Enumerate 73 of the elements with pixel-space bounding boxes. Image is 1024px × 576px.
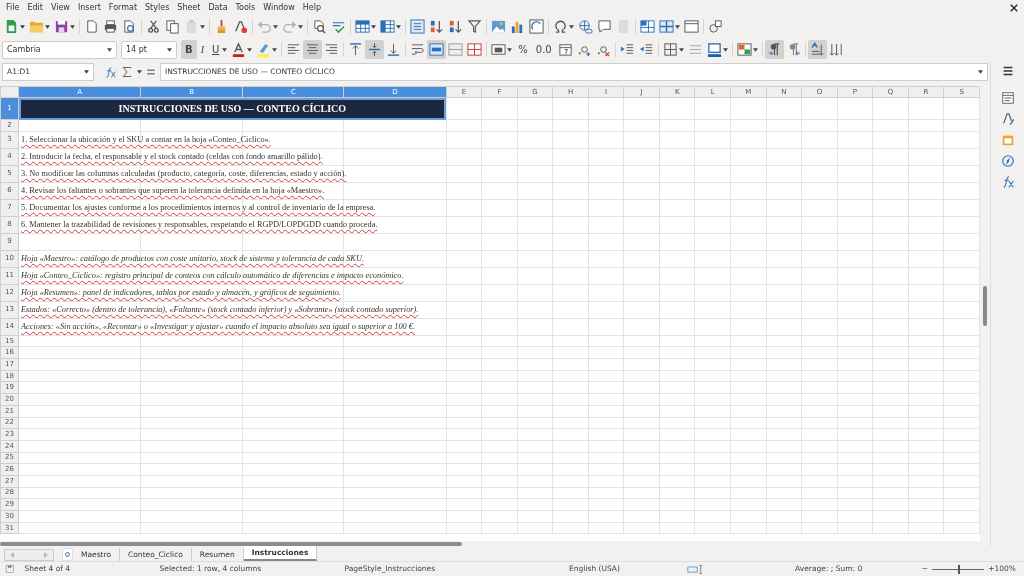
toolbar-button[interactable]: B <box>181 40 197 59</box>
caret-icon[interactable] <box>675 24 680 29</box>
note-text: Hoja «Conteo_Ciclico»: registro principal de conteos con cálculo automático de diferencias e impacto económico. <box>21 270 404 280</box>
borders-icon[interactable] <box>662 42 678 57</box>
caret-icon[interactable] <box>137 70 142 74</box>
note-text: Acciones: «Sin acción», «Recontar» o «Investigar y ajustar» cuando el impacto absoluto sea igual o superior a 100 €. <box>21 321 416 331</box>
caret-icon[interactable] <box>507 47 513 52</box>
rows-icon[interactable] <box>355 19 370 34</box>
menu-item[interactable]: View <box>46 1 74 14</box>
caret-icon[interactable] <box>84 70 89 74</box>
toolbar-button[interactable]: U <box>207 40 230 59</box>
omega-icon[interactable] <box>553 19 568 34</box>
caret-icon[interactable] <box>167 47 172 52</box>
caret-icon[interactable] <box>247 47 253 52</box>
new-sheet-button[interactable] <box>62 548 73 561</box>
menu-item[interactable]: Format <box>104 1 142 14</box>
caret-icon[interactable] <box>222 47 228 52</box>
menu-item[interactable]: Window <box>259 1 299 14</box>
caret-icon[interactable] <box>20 24 25 29</box>
font-color-icon[interactable] <box>231 42 247 57</box>
instruction-text: 1. Seleccionar la ubicación y el SKU a contar en la hoja «Conteo_Ciclico». <box>21 134 271 144</box>
toolbar-button[interactable] <box>353 17 378 36</box>
zoom-slider-thumb[interactable] <box>958 564 961 574</box>
conditional-format-icon[interactable] <box>736 42 752 57</box>
font-name-field[interactable]: Cambria <box>2 40 117 59</box>
instruction-text: 4. Revisar los faltantes o sobrantes que superen la tolerancia definida en la hoja «Maestro». <box>21 185 325 195</box>
caret-icon[interactable] <box>978 70 983 74</box>
split-window-icon[interactable] <box>659 19 674 34</box>
columns-icon[interactable] <box>380 19 395 34</box>
document-status-icon <box>5 564 15 574</box>
caret-icon[interactable] <box>272 47 278 52</box>
close-icon[interactable] <box>1010 3 1018 12</box>
menu-item[interactable]: Data <box>204 1 232 14</box>
menu-item[interactable]: File <box>2 1 24 14</box>
font-size-field[interactable]: 14 pt <box>121 40 177 59</box>
toolbar-button[interactable]: I <box>196 40 208 59</box>
equals-icon[interactable] <box>146 67 156 77</box>
properties-icon[interactable] <box>1000 91 1015 105</box>
caret-icon[interactable] <box>396 24 401 29</box>
note-text: Estados: «Correcto» (dentro de tolerancia), «Faltante» (stock contado inferior) y «Sobrante» (stock contado superior). <box>21 304 419 314</box>
menu-item[interactable]: Edit <box>23 1 47 14</box>
toolbar-button[interactable]: 0.0 <box>531 40 556 59</box>
instruction-text: 6. Mantener la trazabilidad de revisiones y responsables, respetando el RGPD/LOPDGDD cuando proceda. <box>21 219 378 229</box>
menu-item[interactable]: Insert <box>73 1 105 14</box>
menu-item[interactable]: Help <box>298 1 326 14</box>
caret-icon[interactable] <box>107 47 112 52</box>
border-color-icon[interactable] <box>706 42 722 57</box>
instruction-text: 3. No modificar las columnas calculadas (producto, categoría, coste, diferencias, estado y acción). <box>21 168 347 178</box>
sum-icon[interactable] <box>121 66 133 78</box>
caret-icon[interactable] <box>371 24 376 29</box>
caret-icon[interactable] <box>569 24 574 29</box>
caret-icon[interactable] <box>752 47 758 52</box>
instruction-text: 5. Documentar los ajustes conforme a los procedimientos internos y al control de inventario de la empresa. <box>21 202 376 212</box>
menu-item[interactable]: Sheet <box>173 1 205 14</box>
toolbar-button[interactable] <box>378 17 403 36</box>
toolbar-button[interactable]: % <box>514 40 532 59</box>
toolbar-button[interactable] <box>657 17 682 36</box>
menu-item[interactable]: Tools <box>231 1 260 14</box>
caret-icon[interactable] <box>678 47 684 52</box>
toolbar-button[interactable] <box>734 40 760 59</box>
instruction-text: 2. Introducir la fecha, el responsable y el stock contado (celdas con fondo amarillo pálido). <box>21 151 323 161</box>
corner-cell[interactable] <box>0 86 19 98</box>
note-text: Hoja «Resumen»: panel de indicadores, tablas por estado y almacén, y gráficos de seguimiento. <box>21 287 341 297</box>
number-format-icon[interactable] <box>491 42 507 57</box>
floppy-icon[interactable] <box>54 19 69 34</box>
title-cell: INSTRUCCIONES DE USO — CONTEO CÍCLICO <box>18 97 447 120</box>
navigator-icon[interactable] <box>1000 154 1015 168</box>
caret-icon[interactable] <box>722 47 728 52</box>
note-text: Hoja «Maestro»: catálogo de productos con coste unitario, stock de sistema y tolerancia de cada SKU. <box>21 253 364 263</box>
menu-item[interactable]: Styles <box>141 1 174 14</box>
function-wizard-icon[interactable] <box>104 65 117 79</box>
caret-icon[interactable] <box>45 24 50 29</box>
caret-icon[interactable] <box>70 24 75 29</box>
